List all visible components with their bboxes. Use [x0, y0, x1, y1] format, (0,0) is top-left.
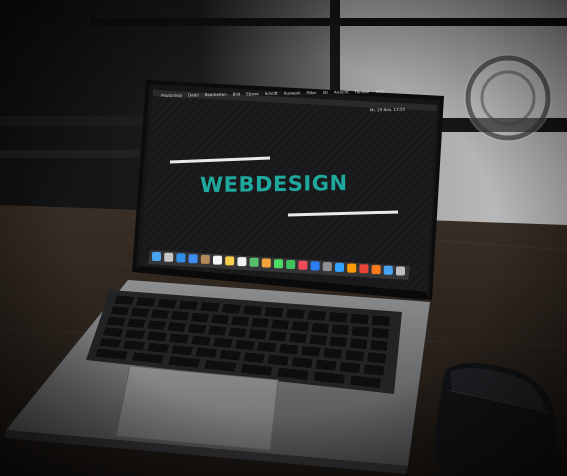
menubar-item[interactable]: Bearbeiten: [205, 92, 227, 97]
headline-webdesign: WEBDESIGN: [200, 171, 348, 198]
menubar-item[interactable]: Fenster: [355, 89, 370, 94]
menubar-item[interactable]: Bild: [233, 91, 241, 96]
photo-background: [0, 0, 567, 476]
menubar-item[interactable]: Ebene: [246, 91, 259, 96]
menubar-item[interactable]: Hilfe: [376, 89, 385, 94]
menubar-item[interactable]: Filter: [306, 90, 316, 95]
menubar-clock: Mi. 29 Nov. 13:53: [369, 106, 406, 113]
menubar-item[interactable]: Photoshop: [161, 93, 182, 98]
menubar-item[interactable]: Schrift: [265, 91, 278, 96]
menubar-item[interactable]: Auswahl: [284, 90, 301, 95]
menubar-item[interactable]: 3D: [322, 90, 328, 95]
menubar-item[interactable]: Ansicht: [334, 89, 349, 94]
menubar-item[interactable]: Datei: [188, 92, 199, 97]
photo-scene: Photoshop Datei Bearbeiten Bild Ebene Schrift…: [0, 0, 567, 476]
